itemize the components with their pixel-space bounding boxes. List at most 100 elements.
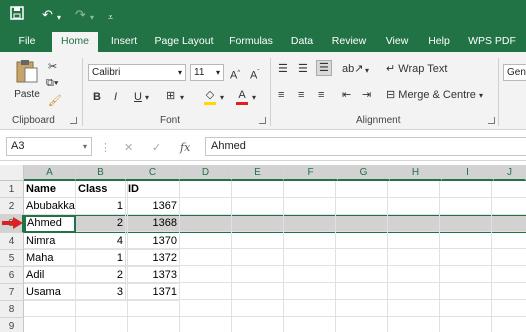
increase-indent-icon[interactable]: ⇥ [362, 88, 371, 102]
wrap-text-button[interactable]: ↵ Wrap Text [386, 62, 447, 76]
row-header-8[interactable]: 8 [0, 301, 24, 318]
row-header-1[interactable]: 1 [0, 181, 24, 198]
cell-b1[interactable]: Class [76, 181, 126, 198]
column-header-a[interactable]: A [24, 165, 76, 181]
column-header-c[interactable]: C [126, 165, 180, 181]
borders-dropdown-icon[interactable]: ▾ [180, 91, 184, 105]
font-launcher-icon[interactable] [259, 117, 266, 124]
clipboard-launcher-icon[interactable] [70, 117, 77, 124]
decrease-font-icon[interactable]: Aˇ [250, 66, 259, 83]
tab-page-layout[interactable]: Page Layout [150, 32, 218, 52]
tab-wps-pdf[interactable]: WPS PDF [462, 32, 522, 52]
cell-a7[interactable]: Usama [24, 284, 76, 301]
row-header-7[interactable]: 7 [0, 284, 24, 301]
redo-dropdown-icon[interactable]: ▾ [90, 9, 94, 27]
row-header-5[interactable]: 5 [0, 250, 24, 267]
cell-a6[interactable]: Adil [24, 267, 76, 284]
align-center-icon[interactable]: ≡ [298, 88, 304, 102]
cell-c6[interactable]: 1373 [126, 267, 180, 284]
tab-formulas[interactable]: Formulas [224, 32, 278, 52]
enter-icon[interactable]: ✓ [152, 141, 161, 154]
fill-color-icon[interactable]: ◇ [204, 88, 216, 105]
italic-button[interactable]: I [114, 90, 117, 104]
borders-icon[interactable]: ⊞ [166, 89, 175, 103]
alignment-launcher-icon[interactable] [488, 117, 495, 124]
cancel-icon[interactable]: ✕ [124, 141, 133, 154]
column-header-f[interactable]: F [284, 165, 338, 181]
cell-b6[interactable]: 2 [76, 267, 126, 284]
cell-c7[interactable]: 1371 [126, 284, 180, 301]
decrease-indent-icon[interactable]: ⇤ [342, 88, 351, 102]
row-header-2[interactable]: 2 [0, 198, 24, 215]
align-bottom-icon[interactable]: ☰ [316, 60, 332, 76]
drag-handle-icon[interactable]: ⋮ [100, 141, 111, 154]
undo-dropdown-icon[interactable]: ▾ [57, 9, 61, 27]
cell-c2[interactable]: 1367 [126, 198, 180, 215]
undo-icon[interactable]: ↶ [42, 6, 53, 24]
cell-a3[interactable]: Ahmed [24, 215, 76, 233]
row-header-6[interactable]: 6 [0, 267, 24, 284]
cell-b4[interactable]: 4 [76, 233, 126, 250]
underline-button[interactable]: U [134, 90, 142, 104]
align-top-icon[interactable]: ☰ [278, 62, 288, 76]
fill-dropdown-icon[interactable]: ▾ [220, 91, 224, 105]
cell-c5[interactable]: 1372 [126, 250, 180, 267]
formula-input[interactable]: Ahmed [205, 137, 526, 156]
save-icon[interactable] [10, 6, 24, 25]
tab-help[interactable]: Help [422, 32, 456, 52]
format-painter-icon[interactable]: 🖌 [48, 94, 62, 108]
ribbon-tabs: File Home Insert Page Layout Formulas Da… [0, 32, 526, 53]
title-bar: ↶ ▾ ↷ ▾ ⩡ [0, 0, 526, 32]
row-header-9[interactable]: 9 [0, 318, 24, 332]
tab-review[interactable]: Review [326, 32, 372, 52]
cell-b2[interactable]: 1 [76, 198, 126, 215]
name-box[interactable]: A3 ▾ [6, 137, 92, 156]
align-middle-icon[interactable]: ☰ [298, 62, 308, 76]
cell-c4[interactable]: 1370 [126, 233, 180, 250]
font-size-select[interactable]: 11 ▾ [190, 64, 224, 81]
cell-a5[interactable]: Maha [24, 250, 76, 267]
customize-qat-icon[interactable]: ⩡ [108, 8, 113, 26]
column-header-i[interactable]: I [442, 165, 494, 181]
underline-dropdown-icon[interactable]: ▾ [145, 91, 149, 105]
cell-b3[interactable]: 2 [76, 215, 126, 233]
merge-center-button[interactable]: ⊟ Merge & Centre ▾ [386, 88, 483, 103]
increase-font-icon[interactable]: A^ [230, 66, 240, 83]
font-group-label: Font [160, 115, 181, 126]
cell-b7[interactable]: 3 [76, 284, 126, 301]
bold-button[interactable]: B [93, 90, 101, 104]
orientation-icon[interactable]: ab↗ [342, 62, 363, 76]
orientation-dropdown-icon[interactable]: ▾ [365, 64, 369, 78]
row-header-4[interactable]: 4 [0, 233, 24, 250]
tab-home[interactable]: Home [52, 32, 98, 53]
select-all-corner[interactable] [0, 165, 24, 181]
number-format-select[interactable]: Gene [503, 64, 526, 81]
divider [498, 58, 499, 126]
column-header-g[interactable]: G [338, 165, 390, 181]
paste-button[interactable]: Paste [12, 58, 42, 102]
tab-data[interactable]: Data [284, 32, 320, 52]
cell-b5[interactable]: 1 [76, 250, 126, 267]
redo-icon[interactable]: ↷ [75, 6, 86, 24]
column-header-d[interactable]: D [180, 165, 232, 181]
copy-icon[interactable]: ⧉▾ [46, 76, 58, 90]
align-right-icon[interactable]: ≡ [318, 88, 324, 102]
align-left-icon[interactable]: ≡ [278, 88, 284, 102]
cell-c3[interactable]: 1368 [126, 215, 180, 233]
tab-file[interactable]: File [10, 32, 44, 52]
column-header-h[interactable]: H [390, 165, 442, 181]
tab-insert[interactable]: Insert [104, 32, 144, 52]
font-color-dropdown-icon[interactable]: ▾ [252, 91, 256, 105]
column-header-e[interactable]: E [232, 165, 284, 181]
font-name-select[interactable]: Calibri ▾ [88, 64, 186, 81]
cut-icon[interactable]: ✂ [48, 60, 57, 74]
cell-c1[interactable]: ID [126, 181, 180, 198]
tab-view[interactable]: View [378, 32, 416, 52]
font-color-icon[interactable]: A [236, 88, 248, 105]
column-header-j[interactable]: J [494, 165, 526, 181]
insert-function-button[interactable]: fx [180, 141, 190, 154]
column-header-b[interactable]: B [76, 165, 126, 181]
cell-a4[interactable]: Nimra [24, 233, 76, 250]
cell-a1[interactable]: Name [24, 181, 76, 198]
cell-a2[interactable]: Abubakka [24, 198, 76, 215]
